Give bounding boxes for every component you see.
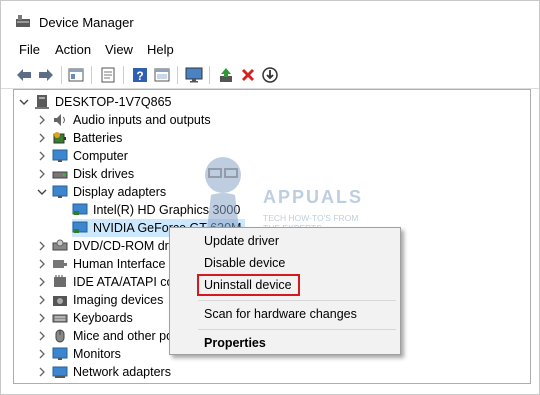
chevron-right-icon[interactable] <box>36 114 48 126</box>
update-driver-icon[interactable] <box>217 66 235 84</box>
tree-child-intel-graphics[interactable]: Intel(R) HD Graphics 3000 <box>72 201 240 219</box>
tree-item-label: Audio inputs and outputs <box>73 113 211 127</box>
menu-update-driver[interactable]: Update driver <box>204 234 279 248</box>
camera-icon <box>52 292 68 308</box>
hid-icon <box>52 256 68 272</box>
tree-item-audio[interactable]: Audio inputs and outputs <box>36 111 211 129</box>
tree-item-dvd[interactable]: DVD/CD-ROM drives <box>36 237 191 255</box>
chevron-right-icon[interactable] <box>36 276 48 288</box>
back-icon[interactable] <box>15 66 33 84</box>
context-menu: Update driver Disable device Uninstall d… <box>169 227 401 355</box>
tree-item-label: Batteries <box>73 131 123 145</box>
computer-icon <box>34 94 50 110</box>
tree-item-computer[interactable]: Computer <box>36 147 128 165</box>
menu-file[interactable]: File <box>19 42 40 57</box>
tree-item-display-adapters[interactable]: Display adapters <box>36 183 166 201</box>
toolbar-separator <box>61 66 62 84</box>
tree-child-label: Intel(R) HD Graphics 3000 <box>93 203 241 217</box>
display-adapter-icon <box>52 184 68 200</box>
help-page-icon[interactable] <box>99 66 117 84</box>
tree-item-label: Display adapters <box>73 185 167 199</box>
chevron-right-icon[interactable] <box>36 348 48 360</box>
menu-action[interactable]: Action <box>55 42 91 57</box>
tree-item-label: Network adapters <box>73 365 171 379</box>
tree-item-keyboards[interactable]: Keyboards <box>36 309 133 327</box>
network-icon <box>52 364 68 380</box>
battery-icon <box>52 130 68 146</box>
menu-separator <box>198 329 396 330</box>
toolbar-separator <box>123 66 124 84</box>
chevron-right-icon[interactable] <box>36 168 48 180</box>
disk-icon <box>52 166 68 182</box>
tree-item-label: Imaging devices <box>73 293 164 307</box>
tree-item-label: Monitors <box>73 347 121 361</box>
tree-item-label: Keyboards <box>73 311 133 325</box>
menu-scan-hardware[interactable]: Scan for hardware changes <box>204 307 357 321</box>
chevron-right-icon[interactable] <box>36 330 48 342</box>
menu-view[interactable]: View <box>105 42 133 57</box>
uninstall-icon[interactable] <box>239 66 257 84</box>
chevron-right-icon[interactable] <box>36 240 48 252</box>
menu-properties[interactable]: Properties <box>204 336 266 350</box>
menu-uninstall-device[interactable]: Uninstall device <box>204 278 292 292</box>
chevron-right-icon[interactable] <box>36 258 48 270</box>
ide-icon <box>52 274 68 290</box>
menu-disable-device[interactable]: Disable device <box>204 256 285 270</box>
chevron-down-icon[interactable] <box>36 186 48 198</box>
tree-root[interactable]: DESKTOP-1V7Q865 <box>18 93 172 111</box>
chevron-right-icon[interactable] <box>36 312 48 324</box>
tree-item-disk-drives[interactable]: Disk drives <box>36 165 134 183</box>
tree-item-monitors[interactable]: Monitors <box>36 345 121 363</box>
menu-separator <box>198 300 396 301</box>
display-adapter-icon <box>72 202 88 218</box>
tree-item-imaging[interactable]: Imaging devices <box>36 291 163 309</box>
chevron-right-icon[interactable] <box>36 294 48 306</box>
keyboard-icon <box>52 310 68 326</box>
monitor-icon <box>52 346 68 362</box>
download-icon[interactable] <box>261 66 279 84</box>
toolbar-separator <box>209 66 210 84</box>
toolbar: ? <box>1 62 539 89</box>
device-manager-window: Device Manager File Action View Help ? D… <box>0 0 540 395</box>
toolbar-separator <box>177 66 178 84</box>
help-icon[interactable]: ? <box>131 66 149 84</box>
tree-item-network[interactable]: Network adapters <box>36 363 171 381</box>
tree-item-label: Computer <box>73 149 128 163</box>
properties-icon[interactable] <box>67 66 85 84</box>
chevron-right-icon[interactable] <box>36 366 48 378</box>
device-manager-icon <box>15 14 31 28</box>
monitor-icon[interactable] <box>185 66 203 84</box>
title-bar: Device Manager <box>1 1 539 37</box>
console-icon[interactable] <box>153 66 171 84</box>
speaker-icon <box>52 112 68 128</box>
chevron-right-icon[interactable] <box>36 150 48 162</box>
display-adapter-icon <box>72 220 88 236</box>
forward-icon[interactable] <box>37 66 55 84</box>
svg-text:?: ? <box>136 69 143 83</box>
computer-icon <box>52 148 68 164</box>
tree-item-batteries[interactable]: Batteries <box>36 129 122 147</box>
toolbar-separator <box>91 66 92 84</box>
tree-item-label: Disk drives <box>73 167 135 181</box>
dvd-icon <box>52 238 68 254</box>
tree-root-label: DESKTOP-1V7Q865 <box>55 95 172 109</box>
window-title: Device Manager <box>39 15 134 30</box>
menu-help[interactable]: Help <box>147 42 174 57</box>
menu-bar: File Action View Help <box>1 38 539 62</box>
chevron-down-icon[interactable] <box>18 96 30 108</box>
mouse-icon <box>52 328 68 344</box>
chevron-right-icon[interactable] <box>36 132 48 144</box>
